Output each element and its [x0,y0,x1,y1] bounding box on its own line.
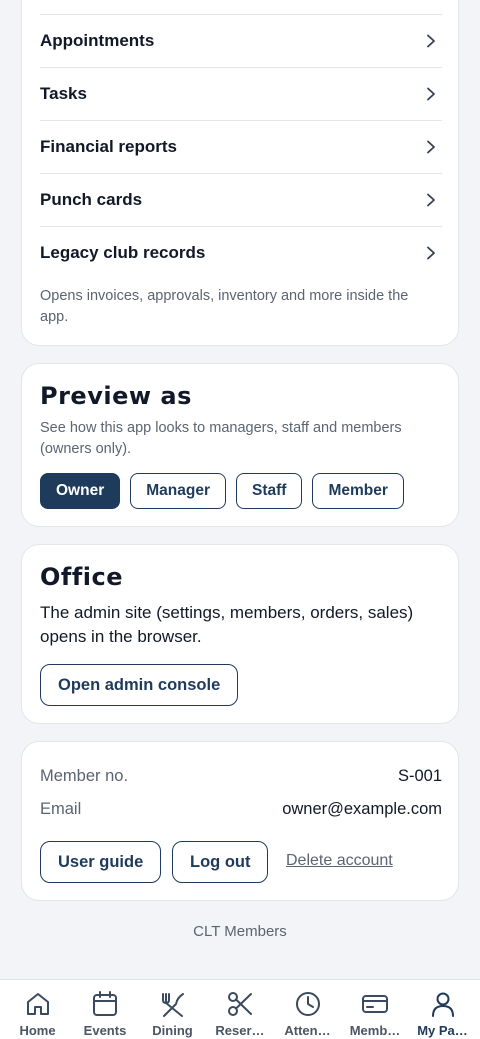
nav-dining[interactable]: Dining [139,980,206,1039]
menu-item-label: Appointments [40,31,155,50]
role-selector: Owner Manager Staff Member [40,473,404,509]
member-number-label: Member no. [40,767,129,785]
delete-account-link[interactable]: Delete account [286,852,393,870]
nav-membership[interactable]: Memb… [342,980,409,1039]
role-owner-button[interactable]: Owner [40,473,121,509]
clock-icon [295,992,320,1016]
menu-item-label: Punch cards [40,190,143,209]
calendar-icon [93,991,117,1016]
nav-label: Events [83,1023,127,1038]
preview-title: Preview as [40,382,192,410]
nav-label: Memb… [349,1023,401,1038]
chevron-right-icon [427,193,435,207]
member-card: Member no. S-001 Email owner@example.com… [21,741,459,901]
menu-item-punch-cards[interactable]: Punch cards [40,173,442,226]
office-description: The admin site (settings, members, order… [40,603,414,646]
email-value: owner@example.com [282,800,442,818]
member-number-row: Member no. S-001 [40,767,442,786]
office-card: Office The admin site (settings, members… [21,544,459,724]
menu-item-label: Tasks [40,84,87,103]
nav-attendance[interactable]: Atten… [274,980,341,1039]
home-icon [26,993,49,1015]
email-row: Email owner@example.com [40,800,442,819]
menu-note: Opens invoices, approvals, inventory and… [40,288,409,325]
office-title: Office [40,563,124,591]
nav-label: Reser… [215,1023,265,1038]
chevron-right-icon [427,246,435,260]
preview-subtitle: See how this app looks to managers, staf… [40,420,402,457]
menu-item-label: Legacy club records [40,243,206,262]
email-label: Email [40,800,82,818]
menu-card: Appointments Tasks Financial reports Pun… [21,0,459,346]
role-member-button[interactable]: Member [312,473,404,509]
chevron-right-icon [427,87,435,101]
menu-item-tasks[interactable]: Tasks [40,67,442,120]
nav-label: My Pa… [417,1023,468,1038]
chevron-right-icon [427,140,435,154]
bottom-nav: Home Events Dining Reser… Atten… Memb… M… [0,979,480,1039]
logout-button[interactable]: Log out [172,841,269,883]
nav-label: Atten… [284,1023,331,1038]
nav-label: Home [19,1023,56,1038]
user-guide-button[interactable]: User guide [40,841,162,883]
role-manager-button[interactable]: Manager [130,473,226,509]
nav-label: Dining [152,1023,193,1038]
nav-events[interactable]: Events [72,980,139,1039]
nav-my-page[interactable]: My Pa… [409,980,476,1039]
footer-brand: CLT Members [193,923,287,940]
menu-item-legacy-club-records[interactable]: Legacy club records [40,226,442,279]
preview-card: Preview as See how this app looks to man… [21,363,459,527]
menu-item-appointments[interactable]: Appointments [40,14,442,67]
menu-item-label: Financial reports [40,137,177,156]
chevron-right-icon [427,34,435,48]
scissors-icon [228,992,252,1016]
page-scroll[interactable]: Appointments Tasks Financial reports Pun… [0,0,480,979]
card-icon [362,995,388,1013]
member-number-value: S-001 [397,767,442,785]
utensils-icon [161,993,184,1017]
menu-item-financial-reports[interactable]: Financial reports [40,120,442,173]
role-staff-button[interactable]: Staff [235,473,303,509]
open-admin-console-button[interactable]: Open admin console [40,664,239,706]
nav-reservations[interactable]: Reser… [207,980,274,1039]
nav-home[interactable]: Home [4,980,71,1039]
user-icon [431,992,454,1017]
